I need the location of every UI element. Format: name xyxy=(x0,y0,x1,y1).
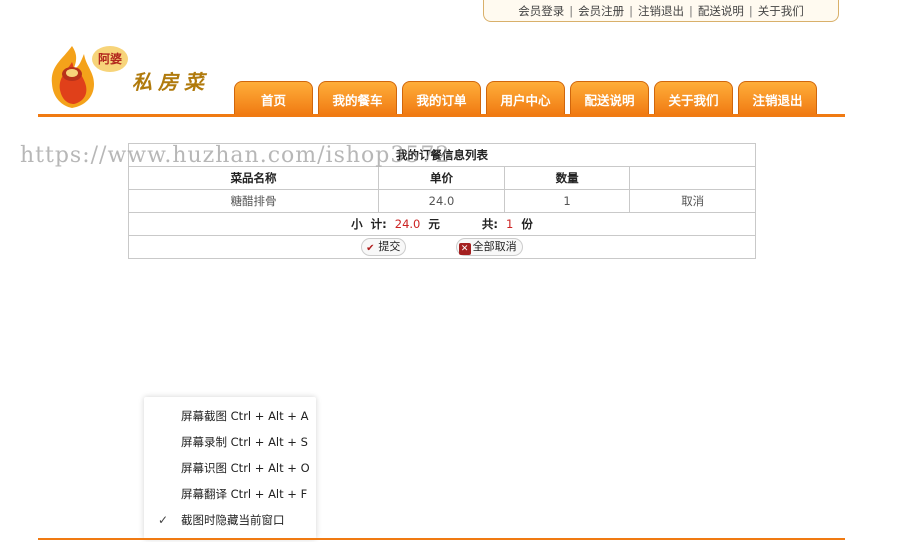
submit-button-label: 提交 xyxy=(378,240,401,253)
nav-tab-user-center[interactable]: 用户中心 xyxy=(486,81,565,115)
header-action xyxy=(629,166,756,190)
subtotal-label: 小 计: xyxy=(351,217,387,231)
nav-tab-home[interactable]: 首页 xyxy=(234,81,313,115)
menu-item-label: 屏幕翻译 Ctrl + Alt + F xyxy=(181,487,308,501)
site-logo: 阿婆 私房菜 xyxy=(44,44,224,110)
menu-item-screen-ocr[interactable]: 屏幕识图 Ctrl + Alt + O xyxy=(144,455,316,481)
menu-item-screen-translate[interactable]: 屏幕翻译 Ctrl + Alt + F xyxy=(144,481,316,507)
nav-divider xyxy=(38,114,845,117)
logo-badge: 阿婆 xyxy=(92,46,128,72)
separator: | xyxy=(569,4,574,18)
nav-tab-logout[interactable]: 注销退出 xyxy=(738,81,817,115)
menu-item-label: 屏幕识图 Ctrl + Alt + O xyxy=(181,461,310,475)
checkmark-icon: ✓ xyxy=(158,513,169,527)
menu-item-screen-record[interactable]: 屏幕录制 Ctrl + Alt + S xyxy=(144,429,316,455)
table-row: 糖醋排骨 24.0 1 取消 xyxy=(127,189,756,213)
nav-tab-my-orders[interactable]: 我的订单 xyxy=(402,81,481,115)
cancel-item-link[interactable]: 取消 xyxy=(629,189,756,213)
unit-price-cell: 24.0 xyxy=(378,189,505,213)
quantity-cell: 1 xyxy=(503,189,631,213)
flame-icon xyxy=(51,46,94,108)
header-dish-name: 菜品名称 xyxy=(127,166,380,190)
nav-tab-about-us[interactable]: 关于我们 xyxy=(654,81,733,115)
top-links-bar: 会员登录 | 会员注册 | 注销退出 | 配送说明 | 关于我们 xyxy=(483,0,839,22)
total-label: 共: xyxy=(481,217,499,231)
login-link[interactable]: 会员登录 xyxy=(518,4,564,18)
menu-item-screenshot[interactable]: 屏幕截图 Ctrl + Alt + A xyxy=(144,403,316,429)
nav-tab-delivery-info[interactable]: 配送说明 xyxy=(570,81,649,115)
subtotal-unit: 元 xyxy=(428,217,440,231)
menu-item-hide-window[interactable]: ✓ 截图时隐藏当前窗口 xyxy=(144,507,316,533)
separator: | xyxy=(748,4,753,18)
logout-link[interactable]: 注销退出 xyxy=(638,4,684,18)
header-unit-price: 单价 xyxy=(378,166,505,190)
menu-item-label: 屏幕截图 Ctrl + Alt + A xyxy=(181,409,309,423)
submit-button[interactable]: ✔ 提交 xyxy=(361,238,407,256)
separator: | xyxy=(689,4,693,18)
nav-tab-my-cart[interactable]: 我的餐车 xyxy=(318,81,397,115)
about-us-link[interactable]: 关于我们 xyxy=(758,4,804,18)
total-unit: 份 xyxy=(521,217,533,231)
check-icon: ✔ xyxy=(366,243,375,254)
register-link[interactable]: 会员注册 xyxy=(578,4,624,18)
separator: | xyxy=(629,4,633,18)
dish-name-cell: 糖醋排骨 xyxy=(127,189,380,213)
menu-item-label: 截图时隐藏当前窗口 xyxy=(181,513,285,527)
subtotal-value: 24.0 xyxy=(394,217,421,231)
cancel-all-button-label: 全部取消 xyxy=(472,240,517,253)
delivery-info-link[interactable]: 配送说明 xyxy=(698,4,744,18)
total-value: 1 xyxy=(506,217,514,231)
screenshot-context-menu: 屏幕截图 Ctrl + Alt + A 屏幕录制 Ctrl + Alt + S … xyxy=(144,397,316,539)
menu-item-label: 屏幕录制 Ctrl + Alt + S xyxy=(181,435,308,449)
summary-row: 小 计: 24.0 元 共: 1 份 xyxy=(128,212,756,236)
cancel-all-button[interactable]: ✕ 全部取消 xyxy=(455,238,523,256)
watermark-text: https://www.huzhan.com/ishop3572 xyxy=(20,143,451,168)
action-row: ✔ 提交 ✕ 全部取消 xyxy=(128,235,756,259)
header-quantity: 数量 xyxy=(503,166,631,190)
close-icon: ✕ xyxy=(458,243,471,255)
logo-script-text: 私房菜 xyxy=(132,70,210,94)
footer-divider xyxy=(38,538,845,540)
